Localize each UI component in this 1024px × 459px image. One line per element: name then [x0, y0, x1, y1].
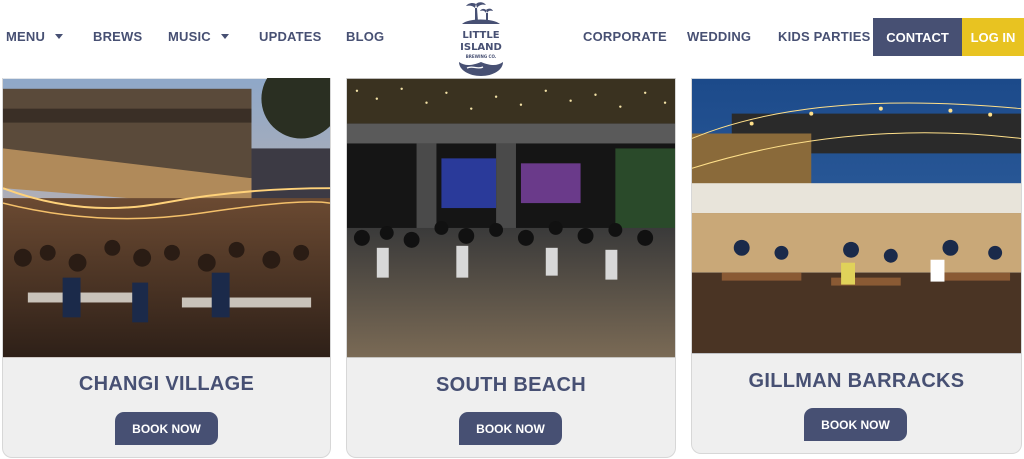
- book-now-button[interactable]: BOOK NOW: [804, 408, 907, 441]
- palm-island-logo-icon: LITTLE ISLAND BREWING CO.: [459, 2, 503, 76]
- book-now-button[interactable]: BOOK NOW: [115, 412, 218, 445]
- south-beach-photo: [347, 78, 675, 358]
- nav-kids-parties-link[interactable]: KIDS PARTIES: [778, 0, 870, 74]
- nav-brews-link[interactable]: BREWS: [93, 0, 142, 74]
- nav-updates-label: UPDATES: [259, 29, 322, 44]
- changi-village-photo: [3, 78, 330, 358]
- book-now-label: BOOK NOW: [821, 417, 890, 432]
- book-now-label: BOOK NOW: [476, 421, 545, 436]
- nav-kids-parties-label: KIDS PARTIES: [778, 29, 871, 44]
- location-card-south-beach: SOUTH BEACH BOOK NOW: [346, 78, 676, 458]
- contact-button[interactable]: CONTACT: [873, 18, 962, 56]
- location-title: SOUTH BEACH: [436, 374, 586, 396]
- nav-music-dropdown[interactable]: MUSIC: [168, 0, 229, 74]
- logo-text-line2: ISLAND: [460, 42, 502, 53]
- logo-text-line1: LITTLE: [462, 30, 499, 41]
- nav-updates-link[interactable]: UPDATES: [259, 0, 322, 74]
- nav-blog-label: BLOG: [346, 29, 385, 44]
- nav-brews-label: BREWS: [93, 29, 143, 44]
- nav-menu-label: MENU: [6, 29, 46, 44]
- nav-wedding-link[interactable]: WEDDING: [687, 0, 751, 74]
- book-now-button[interactable]: BOOK NOW: [459, 412, 562, 445]
- chevron-down-icon: [220, 34, 229, 40]
- nav-wedding-label: WEDDING: [687, 29, 752, 44]
- brand-logo[interactable]: LITTLE ISLAND BREWING CO.: [453, 0, 509, 78]
- location-title: GILLMAN BARRACKS: [748, 370, 965, 392]
- nav-corporate-label: CORPORATE: [583, 29, 667, 44]
- login-button-label: LOG IN: [970, 29, 1016, 45]
- login-button[interactable]: LOG IN: [962, 18, 1024, 56]
- nav-blog-link[interactable]: BLOG: [346, 0, 384, 74]
- gillman-barracks-photo: [692, 78, 1021, 354]
- chevron-down-icon: [55, 34, 64, 40]
- top-navigation-bar: MENU BREWS MUSIC UPDATES BLOG LITTLE ISL…: [0, 0, 1024, 78]
- contact-button-label: CONTACT: [886, 29, 949, 45]
- location-card-gillman-barracks: GILLMAN BARRACKS BOOK NOW: [691, 78, 1022, 454]
- nav-corporate-link[interactable]: CORPORATE: [583, 0, 667, 74]
- nav-menu-dropdown[interactable]: MENU: [6, 0, 64, 74]
- location-card-changi-village: CHANGI VILLAGE BOOK NOW: [2, 78, 331, 458]
- nav-music-label: MUSIC: [168, 29, 211, 44]
- location-title: CHANGI VILLAGE: [78, 373, 255, 395]
- book-now-label: BOOK NOW: [132, 421, 201, 436]
- logo-text-line3: BREWING CO.: [466, 54, 497, 59]
